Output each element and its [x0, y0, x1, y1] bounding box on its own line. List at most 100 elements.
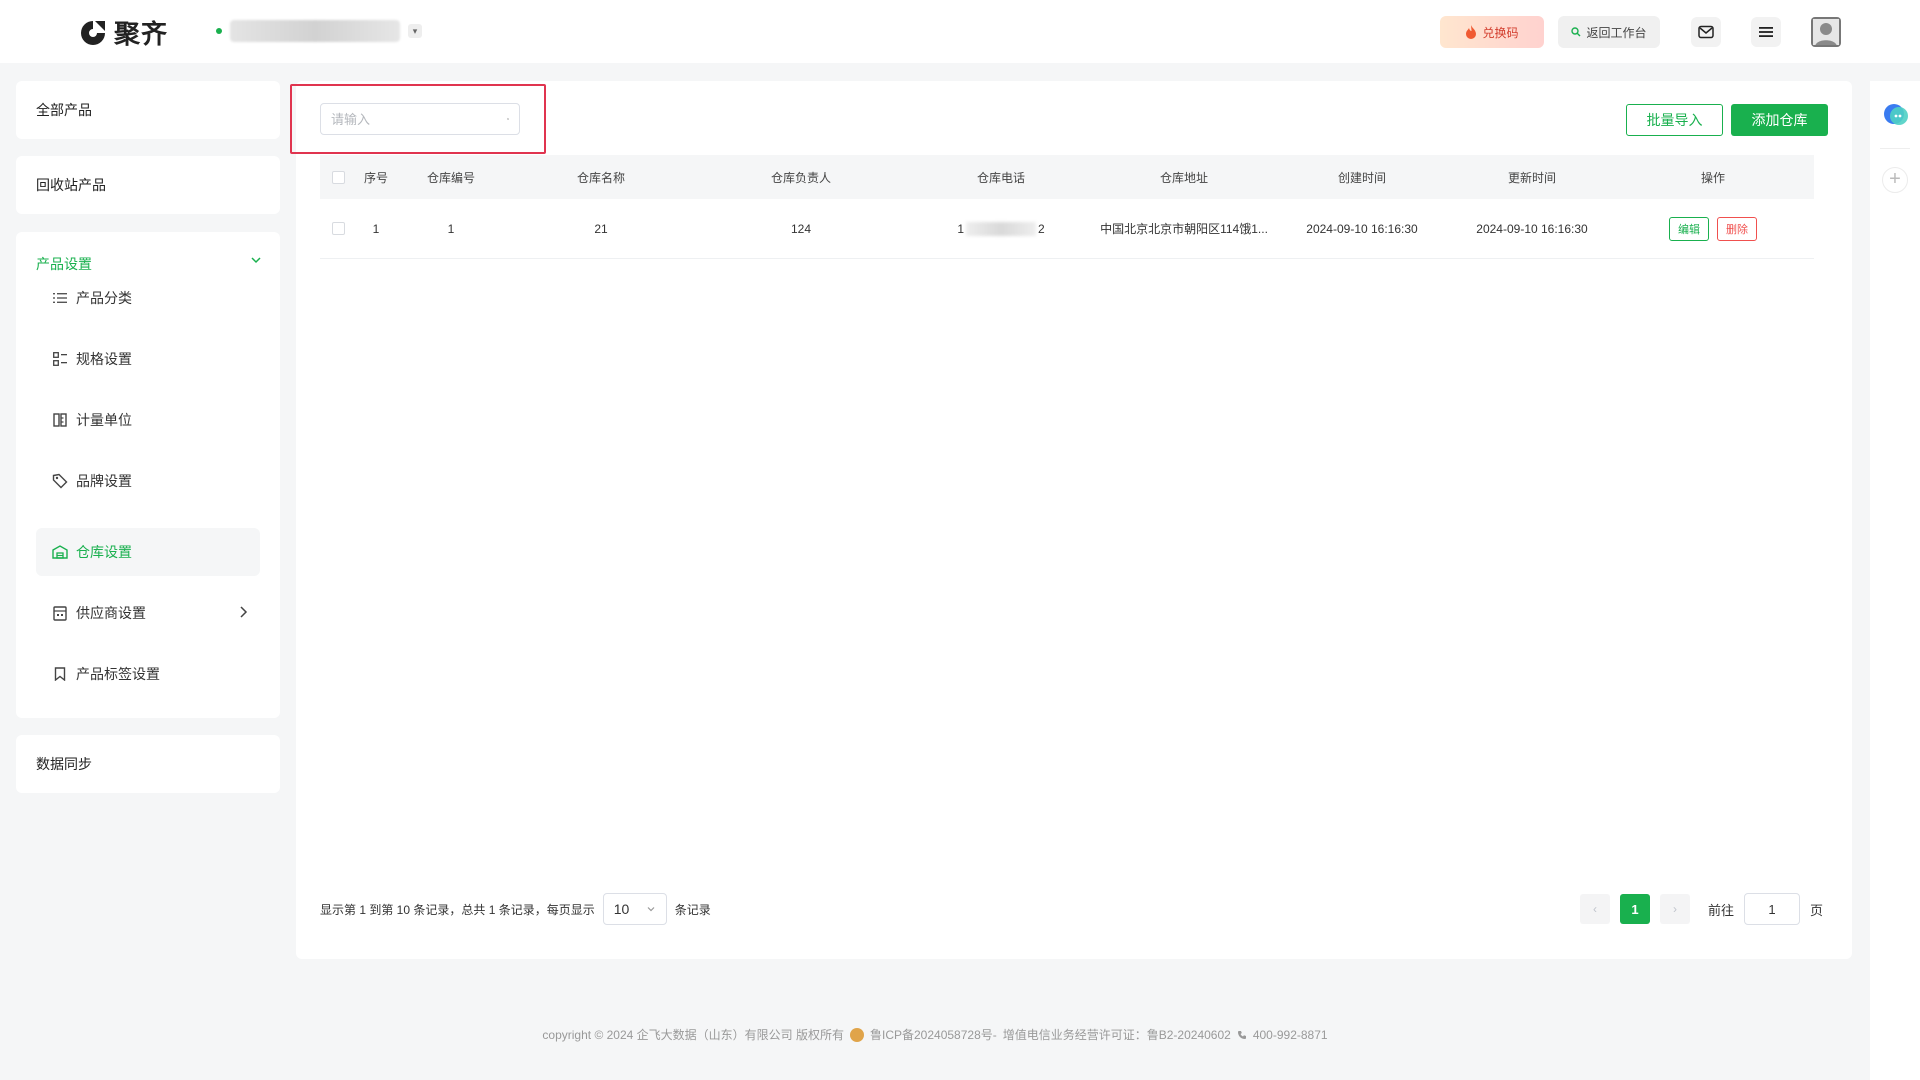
edit-button[interactable]: 编辑 — [1669, 216, 1709, 241]
search-small-icon — [1571, 27, 1581, 37]
user-avatar-icon — [1811, 17, 1841, 47]
top-header: 聚齐 ▾ 兑换码 返回工作台 — [0, 0, 1920, 63]
chat-assistant-icon[interactable] — [1882, 103, 1910, 127]
recycle-bin-label: 回收站产品 — [36, 177, 106, 193]
page-size-select[interactable]: 10 — [602, 893, 667, 925]
footer: copyright © 2024 企飞大数据（山东）有限公司 版权所有 鲁ICP… — [0, 1026, 1870, 1043]
sidebar-item-label: 品牌设置 — [76, 473, 132, 489]
phone-prefix: 1 — [957, 221, 964, 236]
cell-created: 2024-09-10 16:16:30 — [1306, 221, 1418, 236]
right-rail: + — [1870, 81, 1920, 1080]
chevron-right-icon — [240, 606, 248, 618]
bookmark-icon — [52, 666, 68, 682]
warehouse-table: 序号 仓库编号 仓库名称 仓库负责人 仓库电话 仓库地址 创建时间 更新时间 操… — [320, 155, 1814, 259]
list-icon — [52, 290, 68, 306]
status-dot — [216, 28, 222, 34]
sidebar-item-brand-settings[interactable]: 品牌设置 — [36, 457, 260, 505]
back-to-workbench-button[interactable]: 返回工作台 — [1558, 16, 1660, 48]
sidebar-item-product-tag-settings[interactable]: 产品标签设置 — [36, 650, 260, 698]
sidebar-item-label: 供应商设置 — [76, 605, 146, 621]
back-to-workbench-label: 返回工作台 — [1586, 25, 1647, 40]
tag-icon — [52, 473, 68, 489]
sidebar-item-warehouse-settings[interactable]: 仓库设置 — [36, 528, 260, 576]
avatar[interactable] — [1811, 17, 1841, 47]
spec-grid-icon — [52, 351, 68, 367]
sidebar-product-settings-group: 产品设置 产品分类 规格设置 计量单位 品牌设置 仓库设置 供应商设置 产品标签… — [16, 232, 280, 718]
pagination-summary-text: 显示第 1 到第 10 条记录，总共 1 条记录，每页显示 — [320, 902, 595, 917]
icp-link[interactable]: 鲁ICP备2024058728号- — [870, 1026, 997, 1043]
next-page-button[interactable]: › — [1660, 894, 1690, 924]
logo-icon — [81, 20, 105, 45]
redeem-code-label: 兑换码 — [1482, 25, 1519, 40]
records-suffix: 条记录 — [674, 902, 711, 917]
row-select-cell — [320, 199, 356, 258]
ruler-icon — [52, 412, 68, 428]
cell-phone: 1 2 — [906, 199, 1096, 258]
mail-icon — [1698, 25, 1714, 39]
sidebar-item-product-category[interactable]: 产品分类 — [36, 274, 260, 322]
prev-page-button[interactable]: ‹ — [1580, 894, 1610, 924]
sidebar-item-label: 计量单位 — [76, 412, 132, 428]
goto-page-input[interactable]: 1 — [1744, 893, 1801, 925]
warehouse-icon — [52, 544, 68, 560]
current-page-button[interactable]: 1 — [1620, 894, 1650, 924]
row-checkbox[interactable] — [331, 222, 345, 235]
copyright-text: copyright © 2024 企飞大数据（山东）有限公司 版权所有 — [542, 1028, 844, 1042]
menu-button[interactable] — [1751, 17, 1781, 47]
cell-index: 1 — [372, 221, 380, 236]
chevron-down-icon[interactable]: ▾ — [408, 24, 422, 38]
delete-button[interactable]: 删除 — [1717, 216, 1757, 241]
column-header: 更新时间 — [1507, 170, 1556, 185]
fire-icon — [1466, 25, 1477, 39]
search-icon[interactable] — [507, 112, 509, 126]
all-products-label: 全部产品 — [36, 102, 92, 118]
sidebar-item-label: 仓库设置 — [76, 544, 132, 560]
batch-import-button[interactable]: 批量导入 — [1626, 104, 1723, 136]
redeem-code-button[interactable]: 兑换码 — [1440, 16, 1544, 48]
phone-icon — [1237, 1030, 1246, 1039]
select-all-checkbox[interactable] — [331, 170, 345, 184]
column-header: 序号 — [363, 170, 388, 185]
workspace-switcher[interactable]: ▾ — [216, 20, 422, 42]
police-badge-icon — [850, 1027, 864, 1042]
select-all-cell — [320, 155, 356, 199]
column-header: 创建时间 — [1337, 170, 1386, 185]
phone-suffix: 2 — [1038, 221, 1045, 236]
hamburger-icon — [1759, 27, 1773, 37]
page-suffix: 页 — [1810, 902, 1824, 918]
sidebar-data-sync[interactable]: 数据同步 — [16, 735, 280, 793]
chevron-down-icon — [647, 907, 655, 912]
goto-label: 前往 — [1708, 902, 1735, 918]
license-text: 增值电信业务经营许可证：鲁B2-20240602 — [1002, 1028, 1231, 1042]
cell-manager: 124 — [790, 221, 812, 236]
pagination: ‹ 1 › 前往 1 页 — [1580, 893, 1823, 925]
add-warehouse-button[interactable]: 添加仓库 — [1731, 104, 1828, 136]
data-sync-label: 数据同步 — [36, 756, 92, 772]
phone-redacted — [966, 221, 1036, 236]
sidebar-item-spec-settings[interactable]: 规格设置 — [36, 335, 260, 383]
cell-actions: 编辑 删除 — [1612, 199, 1814, 258]
column-header: 仓库名称 — [576, 170, 625, 185]
chevron-right-icon: › — [1673, 902, 1677, 916]
app-logo[interactable]: 聚齐 — [78, 14, 168, 51]
column-header: 仓库电话 — [976, 170, 1025, 185]
sidebar-item-supplier-settings[interactable]: 供应商设置 — [36, 589, 260, 637]
table-row: 1 1 21 124 1 2 中国北京北京市朝阳区114饿1... 2024-0… — [320, 199, 1814, 259]
sidebar-item-measurement-unit[interactable]: 计量单位 — [36, 396, 260, 444]
search-field[interactable] — [320, 103, 520, 135]
divider — [1880, 148, 1910, 149]
search-input[interactable] — [331, 111, 507, 127]
cell-updated: 2024-09-10 16:16:30 — [1476, 221, 1588, 236]
cell-address: 中国北京北京市朝阳区114饿1... — [1100, 222, 1268, 236]
chevron-down-icon[interactable] — [250, 254, 262, 266]
product-settings-title[interactable]: 产品设置 — [36, 254, 92, 274]
sidebar-recycle-bin[interactable]: 回收站产品 — [16, 156, 280, 214]
mail-button[interactable] — [1691, 17, 1721, 47]
sidebar-all-products[interactable]: 全部产品 — [16, 81, 280, 139]
table-header: 序号 仓库编号 仓库名称 仓库负责人 仓库电话 仓库地址 创建时间 更新时间 操… — [320, 155, 1814, 199]
app-name: 聚齐 — [114, 19, 169, 49]
sidebar-item-label: 规格设置 — [76, 351, 132, 367]
pagination-summary: 显示第 1 到第 10 条记录，总共 1 条记录，每页显示 10 条记录 — [320, 893, 711, 925]
column-header: 仓库负责人 — [770, 170, 831, 185]
add-icon[interactable]: + — [1882, 167, 1908, 193]
